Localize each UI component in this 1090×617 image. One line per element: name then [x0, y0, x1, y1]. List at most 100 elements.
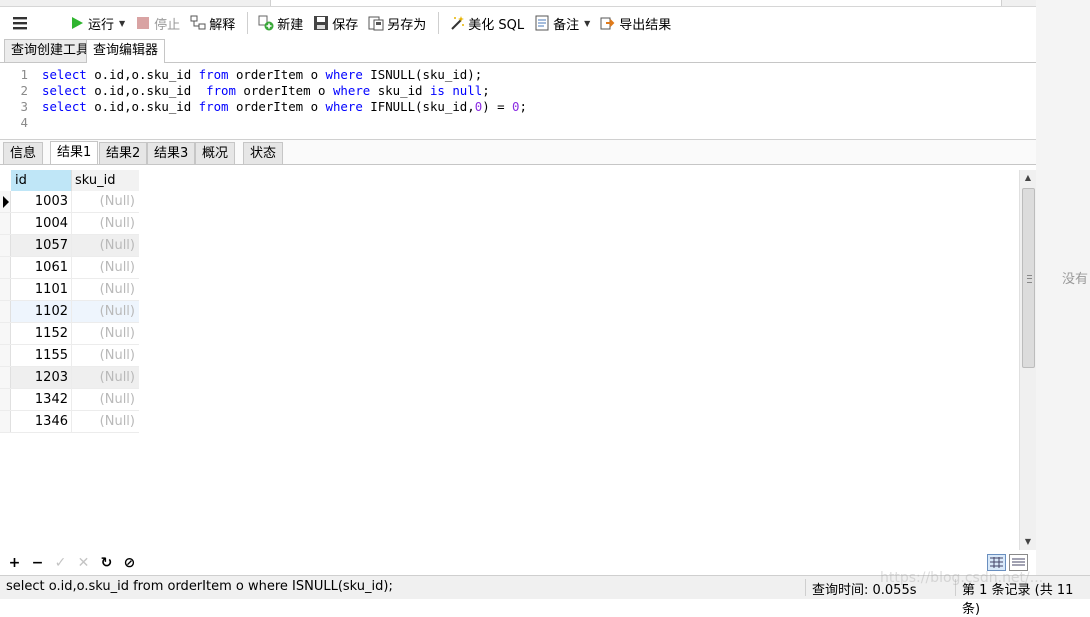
- table-row[interactable]: 1101 (Null): [0, 279, 139, 301]
- cell-sku-id[interactable]: (Null): [71, 279, 139, 300]
- beautify-label: 美化 SQL: [468, 17, 525, 33]
- apply-changes-button[interactable]: ✓: [49, 555, 72, 571]
- save-as-button[interactable]: 另存为: [364, 11, 430, 35]
- magic-wand-icon: [449, 15, 465, 31]
- table-row[interactable]: 1061 (Null): [0, 257, 139, 279]
- table-row[interactable]: 1203 (Null): [0, 367, 139, 389]
- discard-changes-button[interactable]: ✕: [72, 555, 95, 571]
- line-number: 1: [20, 67, 28, 82]
- table-row[interactable]: 1342 (Null): [0, 389, 139, 411]
- refresh-button[interactable]: ↻: [95, 555, 118, 571]
- cell-sku-id[interactable]: (Null): [71, 235, 139, 256]
- new-query-button[interactable]: 新建: [254, 11, 307, 35]
- cell-id[interactable]: 1152: [11, 323, 71, 344]
- code-line[interactable]: 3 select o.id,o.sku_id from orderItem o w…: [0, 99, 1036, 115]
- menu-button[interactable]: [8, 11, 35, 35]
- cell-id[interactable]: 1346: [11, 411, 71, 432]
- grid-header: id sku_id: [0, 170, 139, 191]
- tab-query-editor[interactable]: 查询编辑器: [86, 39, 166, 63]
- cell-id[interactable]: 1102: [11, 301, 71, 322]
- cell-sku-id[interactable]: (Null): [71, 191, 139, 212]
- cell-sku-id[interactable]: (Null): [71, 323, 139, 344]
- notes-button[interactable]: 备注 ▼: [530, 11, 594, 35]
- watermark: https://blog.csdn.net/...: [880, 570, 1044, 586]
- row-indicator[interactable]: [0, 345, 11, 366]
- grip-icon: [1027, 275, 1032, 283]
- sql-keyword: from: [198, 99, 229, 114]
- cell-id[interactable]: 1155: [11, 345, 71, 366]
- tab-status[interactable]: 状态: [243, 142, 284, 164]
- row-indicator[interactable]: [0, 411, 11, 432]
- cell-sku-id[interactable]: (Null): [71, 345, 139, 366]
- cell-id[interactable]: 1101: [11, 279, 71, 300]
- column-header-id[interactable]: id: [11, 170, 71, 191]
- cell-id[interactable]: 1203: [11, 367, 71, 388]
- sql-keyword: is: [429, 83, 445, 98]
- table-row[interactable]: 1057 (Null): [0, 235, 139, 257]
- scroll-up-arrow-icon[interactable]: ▲: [1020, 170, 1036, 186]
- add-record-button[interactable]: +: [3, 555, 26, 571]
- notes-dropdown-caret[interactable]: ▼: [584, 19, 590, 28]
- explain-button[interactable]: 解释: [186, 11, 239, 35]
- cell-sku-id[interactable]: (Null): [71, 213, 139, 234]
- column-header-sku-id[interactable]: sku_id: [71, 170, 139, 191]
- stop-query-button[interactable]: ⊘: [118, 555, 141, 571]
- table-row[interactable]: 1152 (Null): [0, 323, 139, 345]
- row-indicator[interactable]: [0, 213, 11, 234]
- row-indicator[interactable]: [0, 301, 11, 322]
- cell-sku-id[interactable]: (Null): [71, 367, 139, 388]
- vertical-scrollbar[interactable]: ▲ ▼: [1019, 170, 1036, 550]
- code-line[interactable]: 2 select o.id,o.sku_id from orderItem o w…: [0, 83, 1036, 99]
- save-button[interactable]: 保存: [309, 11, 362, 35]
- export-results-button[interactable]: 导出结果: [596, 11, 675, 35]
- cell-sku-id[interactable]: (Null): [71, 257, 139, 278]
- cell-id[interactable]: 1061: [11, 257, 71, 278]
- grid-view-button[interactable]: [987, 554, 1006, 571]
- form-view-icon: [1012, 558, 1025, 566]
- save-as-icon: [368, 15, 384, 31]
- toolbar-divider: [247, 12, 249, 34]
- beautify-sql-button[interactable]: 美化 SQL: [445, 11, 528, 35]
- cell-id[interactable]: 1004: [11, 213, 71, 234]
- tab-info[interactable]: 信息: [3, 142, 44, 164]
- row-indicator[interactable]: [0, 389, 11, 410]
- row-indicator[interactable]: [0, 367, 11, 388]
- run-button[interactable]: 运行 ▼: [65, 11, 129, 35]
- row-indicator[interactable]: [0, 235, 11, 256]
- cell-sku-id[interactable]: (Null): [71, 411, 139, 432]
- cell-id[interactable]: 1057: [11, 235, 71, 256]
- form-view-button[interactable]: [1009, 554, 1028, 571]
- table-row[interactable]: 1102 (Null): [0, 301, 139, 323]
- tab-result1[interactable]: 结果1: [50, 141, 99, 164]
- cell-sku-id[interactable]: (Null): [71, 301, 139, 322]
- sql-editor[interactable]: 1 select o.id,o.sku_id from orderItem o w…: [0, 63, 1036, 140]
- row-indicator[interactable]: [0, 279, 11, 300]
- table-row[interactable]: 1155 (Null): [0, 345, 139, 367]
- cell-id[interactable]: 1342: [11, 389, 71, 410]
- query-tab-bar: 查询创建工具 查询编辑器: [0, 38, 1036, 63]
- run-label: 运行: [88, 17, 115, 33]
- tab-result3[interactable]: 结果3: [147, 142, 196, 164]
- tab-result2[interactable]: 结果2: [99, 142, 148, 164]
- cell-id[interactable]: 1003: [11, 191, 71, 212]
- scroll-thumb[interactable]: [1022, 188, 1035, 368]
- tab-overview[interactable]: 概况: [195, 142, 236, 164]
- tab-query-builder[interactable]: 查询创建工具: [4, 39, 97, 62]
- delete-record-button[interactable]: −: [26, 555, 49, 571]
- stop-button[interactable]: 停止: [131, 11, 184, 35]
- cell-sku-id[interactable]: (Null): [71, 389, 139, 410]
- run-dropdown-caret[interactable]: ▼: [119, 19, 125, 28]
- row-indicator[interactable]: [0, 257, 11, 278]
- sql-number: 0: [512, 99, 520, 114]
- table-row[interactable]: 1004 (Null): [0, 213, 139, 235]
- table-row[interactable]: 1003 (Null): [0, 191, 139, 213]
- code-line[interactable]: 1 select o.id,o.sku_id from orderItem o w…: [0, 67, 1036, 83]
- result-tab-bar: 信息 结果1 结果2 结果3 概况 状态: [0, 140, 1036, 165]
- scroll-down-arrow-icon[interactable]: ▼: [1020, 534, 1036, 550]
- sql-text: o.id,o.sku_id: [86, 99, 199, 114]
- row-indicator[interactable]: [0, 191, 11, 212]
- code-line[interactable]: 4: [0, 115, 1036, 131]
- sql-keyword: where: [325, 99, 363, 114]
- table-row[interactable]: 1346 (Null): [0, 411, 139, 433]
- row-indicator[interactable]: [0, 323, 11, 344]
